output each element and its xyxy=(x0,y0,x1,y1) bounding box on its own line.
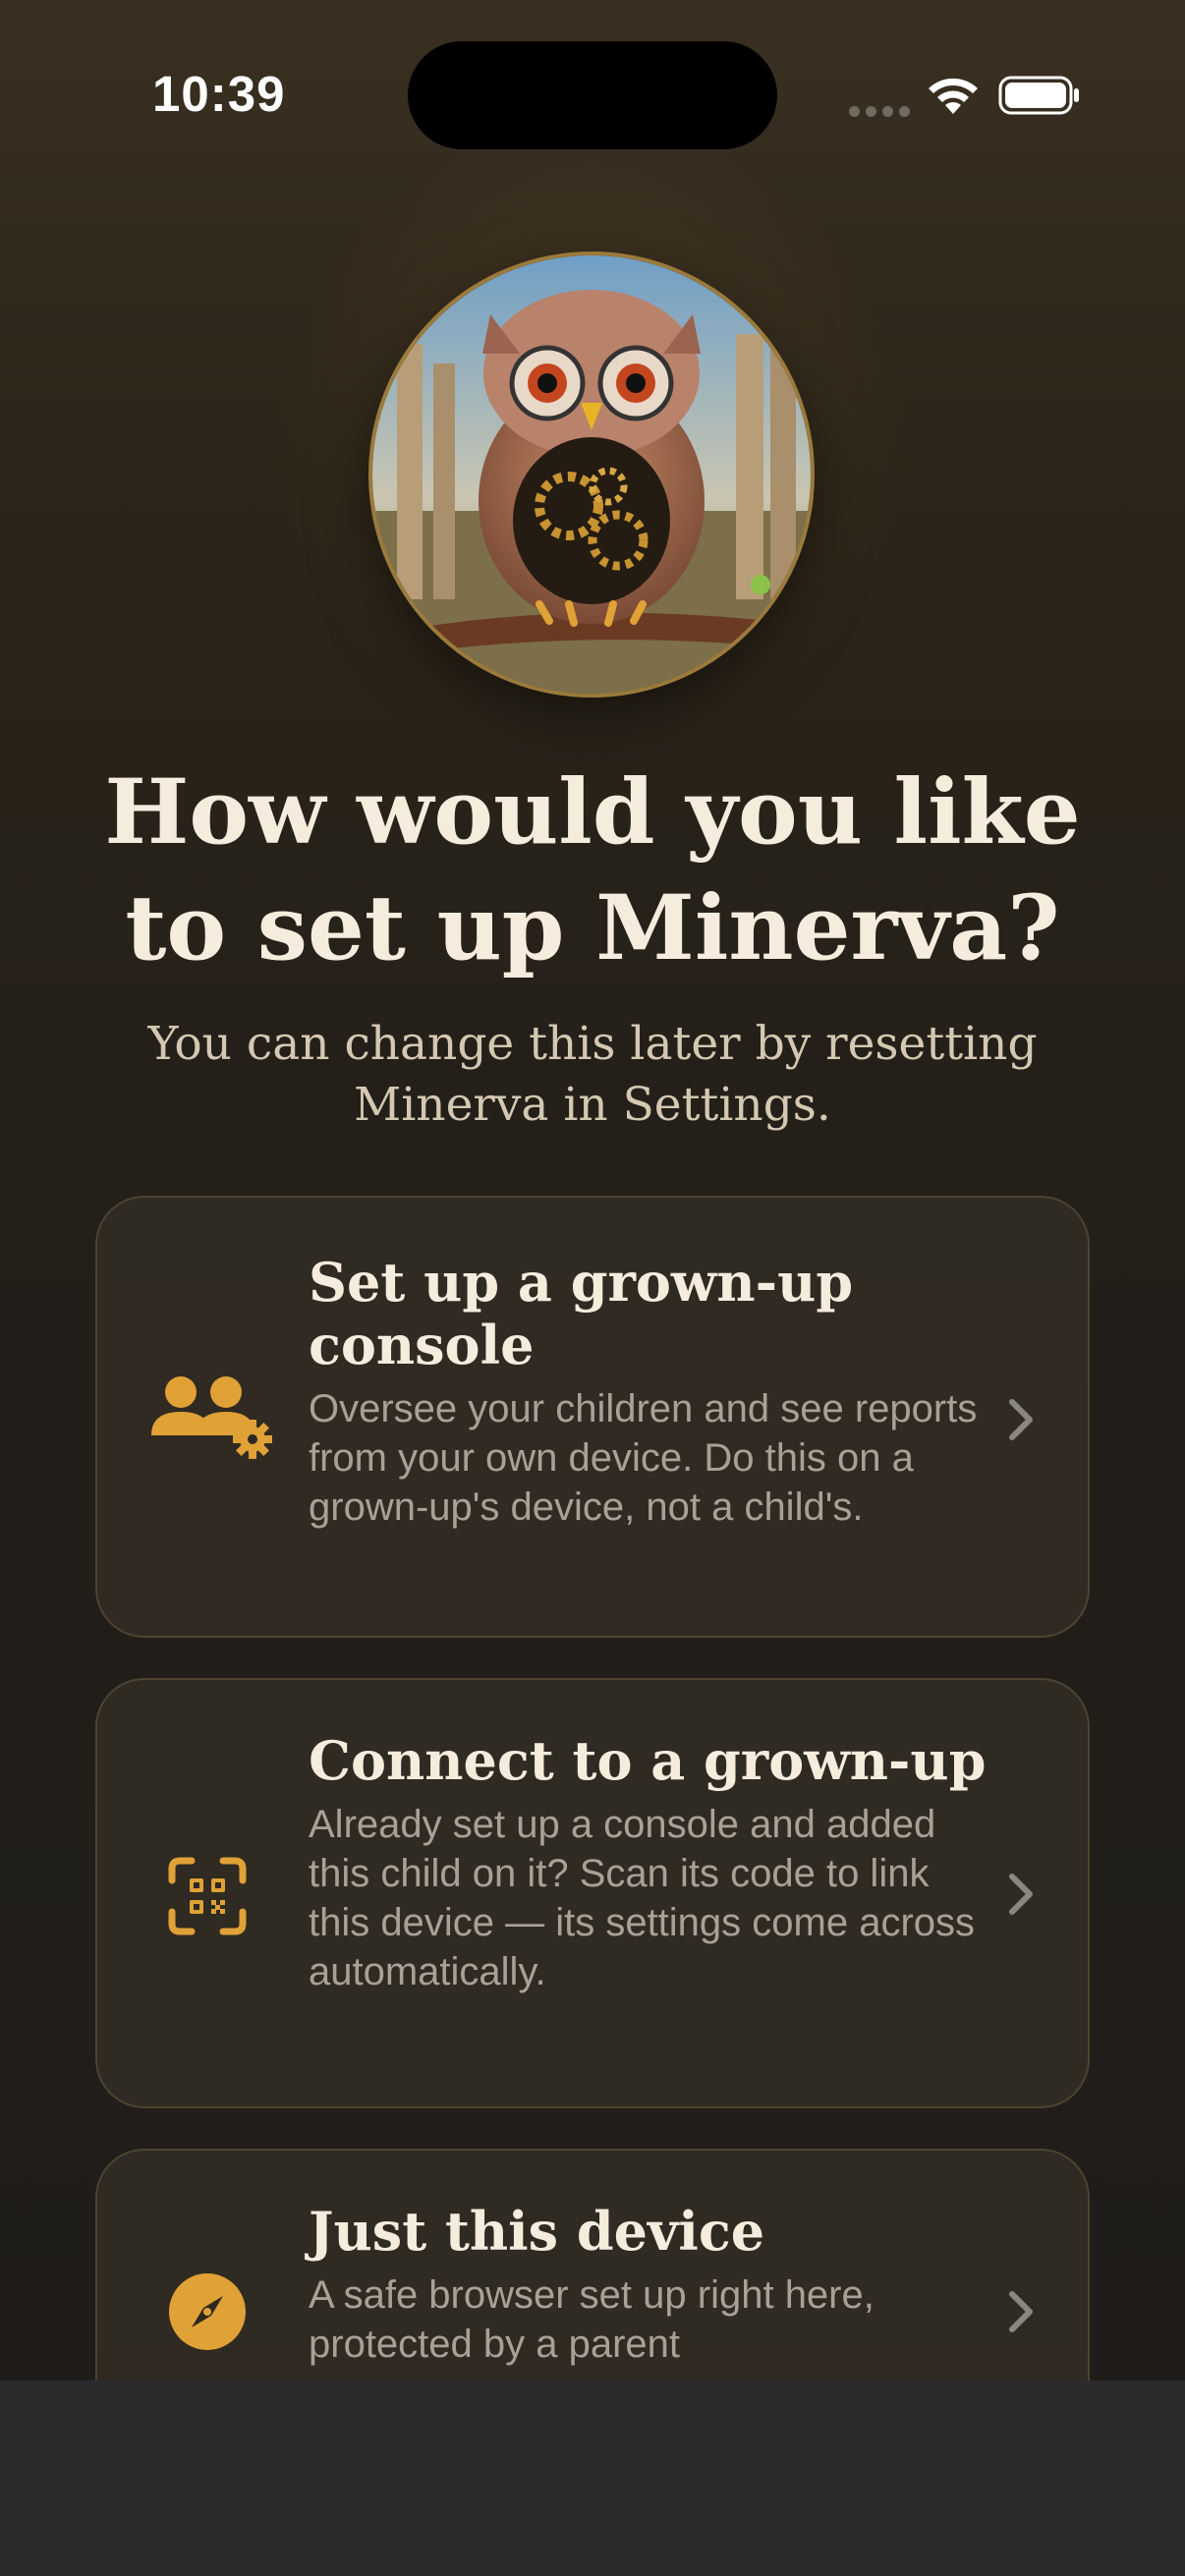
page-title-line2: to set up Minerva? xyxy=(125,876,1060,980)
chevron-right-icon xyxy=(1009,1399,1033,1440)
option-description: A safe browser set up right here, protec… xyxy=(309,2273,875,2366)
status-bar: 10:39 xyxy=(0,0,1185,196)
status-time: 10:39 xyxy=(152,66,286,122)
chevron-right-icon xyxy=(1009,2291,1033,2332)
bottom-bar xyxy=(0,2380,1185,2576)
page-title: How would you like to set up Minerva? xyxy=(59,755,1126,986)
option-description: Already set up a console and added this … xyxy=(309,1803,976,1993)
battery-full-icon xyxy=(998,76,1079,115)
owl-mascot-image xyxy=(368,252,815,698)
page-subtitle-line2: Minerva in Settings. xyxy=(354,1078,831,1132)
option-title: Connect to a grown-up xyxy=(309,1729,987,1792)
dynamic-island xyxy=(408,41,777,149)
wifi-icon xyxy=(929,78,978,114)
cellular-dots-icon xyxy=(849,102,916,121)
option-grownup-console[interactable]: Set up a grown-up console Oversee your c… xyxy=(95,1196,1090,1638)
compass-icon xyxy=(169,2273,246,2350)
option-connect-grownup[interactable]: Connect to a grown-up Already set up a c… xyxy=(95,1678,1090,2108)
option-title: Set up a grown-up console xyxy=(309,1251,854,1376)
chevron-right-icon xyxy=(1009,1874,1033,1915)
qr-scan-icon xyxy=(168,1857,247,1935)
page-subtitle: You can change this later by resetting M… xyxy=(108,1014,1077,1136)
page-title-line1: How would you like xyxy=(104,760,1081,865)
option-description: Oversee your children and see reports fr… xyxy=(309,1387,978,1529)
people-gear-icon xyxy=(151,1376,272,1459)
page-subtitle-line1: You can change this later by resetting xyxy=(147,1017,1038,1071)
option-title: Just this device xyxy=(309,2200,765,2263)
